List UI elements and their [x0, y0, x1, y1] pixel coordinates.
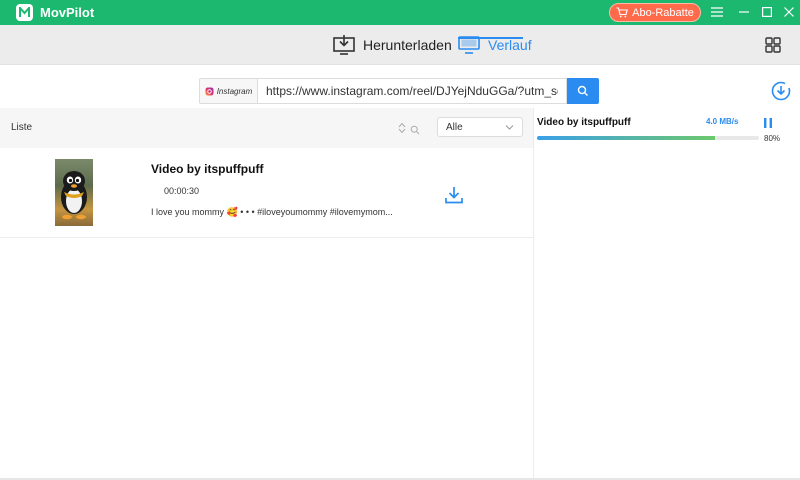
platform-label: Instagram	[216, 86, 253, 96]
promo-button[interactable]: Abo-Rabatte	[609, 3, 701, 22]
download-queue-icon[interactable]	[771, 81, 791, 101]
row-download-button[interactable]	[444, 185, 464, 205]
pause-icon[interactable]	[762, 116, 774, 128]
instagram-icon	[205, 87, 214, 95]
search-button[interactable]	[567, 78, 599, 104]
download-icon	[445, 187, 463, 204]
tab-herunterladen[interactable]: Herunterladen	[333, 33, 452, 57]
video-duration: 00:00:30	[164, 186, 200, 196]
download-percent: 80%	[764, 134, 781, 143]
maximize-icon[interactable]	[758, 3, 776, 21]
download-progress-fill	[537, 136, 715, 140]
url-input[interactable]	[257, 78, 567, 104]
close-icon[interactable]	[780, 3, 798, 21]
video-thumbnail	[55, 159, 93, 226]
cart-icon	[616, 7, 629, 18]
download-progress-bar	[537, 136, 759, 140]
active-tab-indicator	[458, 37, 523, 39]
promo-label: Abo-Rabatte	[632, 6, 694, 19]
app-title: MovPilot	[40, 5, 95, 20]
url-search-bar: Instagram	[199, 78, 599, 104]
app-logo-icon	[16, 4, 33, 21]
download-speed: 4.0 MB/s	[706, 117, 739, 126]
menu-icon[interactable]	[708, 3, 726, 21]
grid-icon[interactable]	[763, 35, 783, 55]
list-header-label: Liste	[11, 122, 33, 133]
tab-herunterladen-label: Herunterladen	[363, 37, 452, 53]
download-monitor-icon	[333, 35, 355, 55]
title-bar: MovPilot Abo-Rabatte	[0, 0, 800, 25]
chevron-down-icon	[505, 125, 514, 130]
minimize-icon[interactable]	[735, 3, 753, 21]
search-icon	[577, 85, 588, 96]
filter-dropdown[interactable]: Alle	[437, 117, 523, 137]
tab-verlauf-label: Verlauf	[488, 37, 532, 53]
video-description: I love you mommy 🥰 • • • #iloveyoumommy …	[151, 207, 393, 217]
platform-selector[interactable]: Instagram	[199, 78, 257, 104]
video-title: Video by itspuffpuff	[151, 162, 264, 176]
nav-bar: Herunterladen Verlauf	[0, 25, 800, 65]
download-title: Video by itspuffpuff	[537, 117, 631, 128]
list-search-icon[interactable]	[410, 122, 420, 135]
download-progress-panel	[533, 108, 800, 480]
sort-icon[interactable]	[397, 121, 407, 134]
filter-value: Alle	[446, 121, 463, 133]
